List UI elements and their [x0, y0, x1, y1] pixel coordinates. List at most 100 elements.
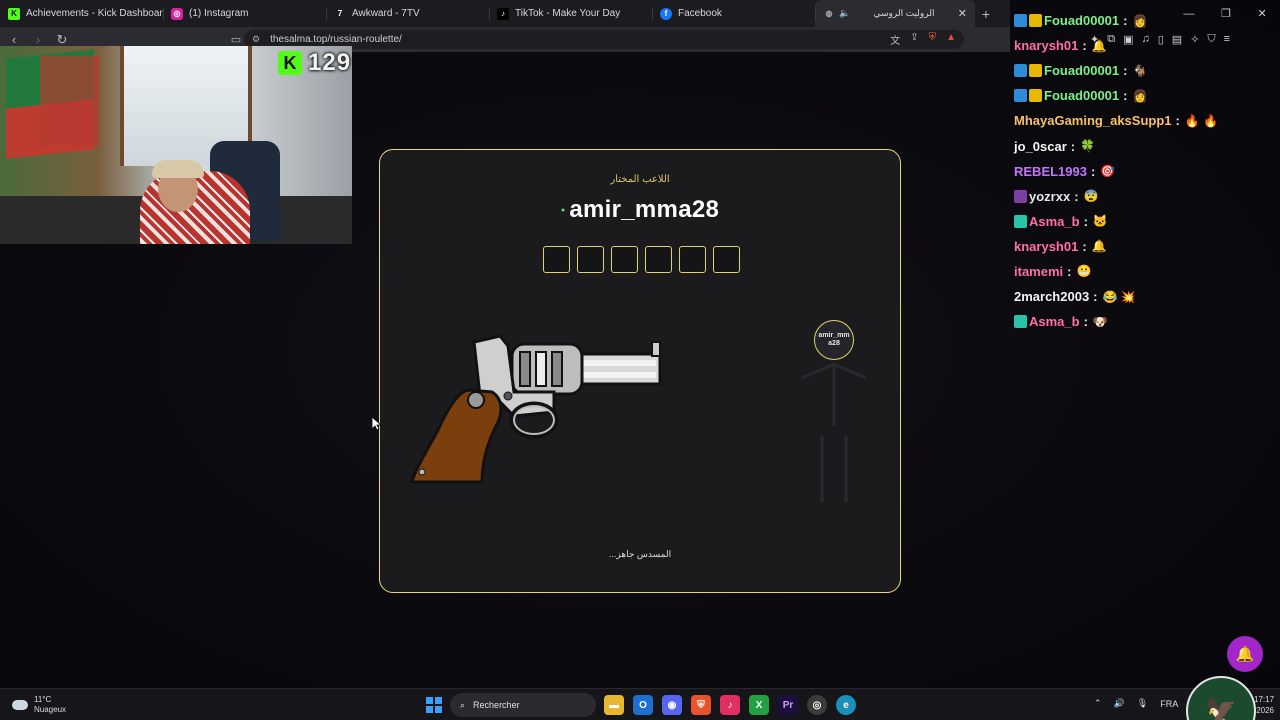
instagram-icon: ◎: [171, 7, 183, 20]
tab-tiktok[interactable]: ♪ TikTok - Make Your Day: [489, 0, 652, 27]
taskbar-apps: ▬ O ◉ ⛨ ♪ X Pr ◎ e: [604, 695, 856, 715]
site-info-icon[interactable]: ⚙: [252, 34, 260, 45]
tab-title: Achievements - Kick Dashboard: [26, 8, 163, 19]
discord-icon[interactable]: ◉: [662, 695, 682, 715]
chat-separator: :: [1083, 314, 1088, 330]
close-tab-icon[interactable]: ✕: [958, 7, 967, 20]
chat-emote: 🍀: [1080, 139, 1096, 154]
extension-toolbar: ✦ ⧉ ▣ ♫ ▯ ▤ ✧ ⛉ ≡: [1090, 33, 1230, 46]
xbox-icon[interactable]: X: [749, 695, 769, 715]
weather-widget[interactable]: 11°C Nuageux: [12, 695, 66, 715]
clock-time: 17:17: [1254, 695, 1275, 704]
forward-icon[interactable]: ›: [28, 32, 48, 47]
viewer-count-badge: K 129: [278, 48, 370, 78]
chat-username[interactable]: itamemi: [1014, 264, 1063, 279]
new-tab-button[interactable]: +: [975, 6, 997, 22]
premiere-icon[interactable]: Pr: [778, 695, 798, 715]
user-badge-icon: [1029, 89, 1042, 103]
language-indicator[interactable]: FRA: [1160, 699, 1178, 709]
player-name-text: amir_mma28: [569, 196, 720, 223]
music-icon[interactable]: ♫: [1141, 33, 1149, 46]
windows-taskbar: 11°C Nuageux ⌕ Rechercher ▬ O ◉ ⛨ ♪ X Pr …: [0, 688, 1280, 720]
chat-username[interactable]: 2march2003: [1014, 289, 1089, 304]
puzzle-icon[interactable]: ⧉: [1107, 33, 1115, 46]
selected-player-label: اللاعب المختار: [610, 174, 670, 185]
chat-message: REBEL1993: 🎯: [1014, 159, 1280, 184]
brave-shield-icon[interactable]: ⛨: [929, 32, 937, 47]
chevron-up-icon[interactable]: ⌃: [1094, 698, 1102, 709]
chat-username[interactable]: REBEL1993: [1014, 164, 1087, 179]
chat-username[interactable]: yozrxx: [1029, 189, 1070, 204]
translate-icon[interactable]: 文: [890, 32, 900, 47]
eagle-logo-icon: 🦅: [1186, 676, 1256, 720]
chat-emote: 😨: [1083, 189, 1099, 204]
chat-separator: :: [1123, 63, 1128, 79]
wallet-icon[interactable]: ▤: [1172, 33, 1182, 46]
back-icon[interactable]: ‹: [4, 32, 24, 47]
chat-username[interactable]: MhayaGaming_aksSupp1: [1014, 113, 1172, 128]
brave-rewards-icon[interactable]: ▲: [946, 32, 956, 47]
chat-username[interactable]: jo_0scar: [1014, 139, 1067, 154]
file-explorer-icon[interactable]: ▬: [604, 695, 624, 715]
chat-username[interactable]: Fouad00001: [1044, 63, 1119, 78]
chat-message: yozrxx: 😨: [1014, 184, 1280, 209]
chamber-slot: [713, 246, 740, 273]
online-dot: ●: [560, 207, 566, 215]
tiktok-icon[interactable]: ♪: [720, 695, 740, 715]
tab-russian-roulette[interactable]: ◍ 🔈 الروليت الروسي ✕: [815, 0, 975, 27]
chat-message: Asma_b: 🐱: [1014, 209, 1280, 234]
url-text: thesalma.top/russian-roulette/: [270, 34, 402, 45]
chamber-slot: [577, 246, 604, 273]
tab-kick-dashboard[interactable]: K Achievements - Kick Dashboard: [0, 0, 163, 27]
outlook-icon[interactable]: O: [633, 695, 653, 715]
stick-figure-body: [801, 362, 867, 502]
tab-title: Facebook: [678, 8, 722, 19]
vpn-icon[interactable]: ⛉: [1207, 33, 1215, 46]
weather-temp: 11°C: [34, 695, 52, 704]
chrome-icon[interactable]: ◎: [807, 695, 827, 715]
sidebar-icon[interactable]: ▯: [1158, 33, 1164, 46]
gun-status-text: المسدس جاهز...: [608, 549, 672, 559]
chat-emote: 🐱: [1092, 214, 1108, 229]
chat-emote: 🔔: [1091, 239, 1107, 254]
bookmark-icon[interactable]: ▭: [226, 33, 246, 46]
ai-icon[interactable]: ✧: [1190, 33, 1199, 46]
search-placeholder: Rechercher: [473, 700, 520, 710]
search-icon: ⌕: [460, 699, 466, 710]
chat-emote: 👩: [1132, 88, 1148, 103]
chat-username[interactable]: Fouad00001: [1044, 88, 1119, 103]
chat-username[interactable]: knarysh01: [1014, 239, 1078, 254]
chamber-slot: [543, 246, 570, 273]
screenshot-icon[interactable]: ▣: [1123, 33, 1133, 46]
roulette-card: اللاعب المختار ● amir_mma28 amir_mma28 ا…: [379, 149, 901, 593]
chamber-slot: [645, 246, 672, 273]
chat-emote: 🎯: [1100, 164, 1116, 179]
tab-7tv[interactable]: 7 Awkward - 7TV: [326, 0, 489, 27]
tab-facebook[interactable]: f Facebook: [652, 0, 815, 27]
speaker-icon[interactable]: 🔈: [839, 8, 850, 19]
tab-instagram[interactable]: ◎ (1) Instagram: [163, 0, 326, 27]
clock[interactable]: 17:17 2026: [1254, 694, 1274, 716]
chat-username[interactable]: Fouad00001: [1044, 13, 1119, 28]
taskbar-search[interactable]: ⌕ Rechercher: [450, 693, 596, 717]
chat-username[interactable]: knarysh01: [1014, 38, 1078, 53]
mouse-cursor-icon: [372, 417, 382, 431]
clock-date: 2026: [1256, 706, 1274, 715]
chat-username[interactable]: Asma_b: [1029, 314, 1080, 329]
extension-icon[interactable]: ✦: [1090, 33, 1099, 46]
microphone-icon[interactable]: 🎙: [1137, 698, 1148, 709]
url-field[interactable]: ⚙ thesalma.top/russian-roulette/ 文 ⇪ ⛨ ▲: [244, 30, 964, 49]
share-icon[interactable]: ⇪: [910, 32, 918, 47]
revolver-graphic: [410, 334, 662, 484]
edge-icon[interactable]: e: [836, 695, 856, 715]
notification-bell-icon[interactable]: 🔔: [1227, 636, 1263, 672]
menu-icon[interactable]: ≡: [1224, 33, 1230, 46]
user-badge-icon: [1014, 315, 1027, 329]
chat-separator: :: [1123, 88, 1128, 104]
brave-icon[interactable]: ⛨: [691, 695, 711, 715]
chat-separator: :: [1082, 238, 1087, 254]
chamber-slot: [679, 246, 706, 273]
chat-username[interactable]: Asma_b: [1029, 214, 1080, 229]
windows-start-icon[interactable]: [426, 697, 442, 713]
volume-icon[interactable]: 🔊: [1114, 698, 1125, 709]
